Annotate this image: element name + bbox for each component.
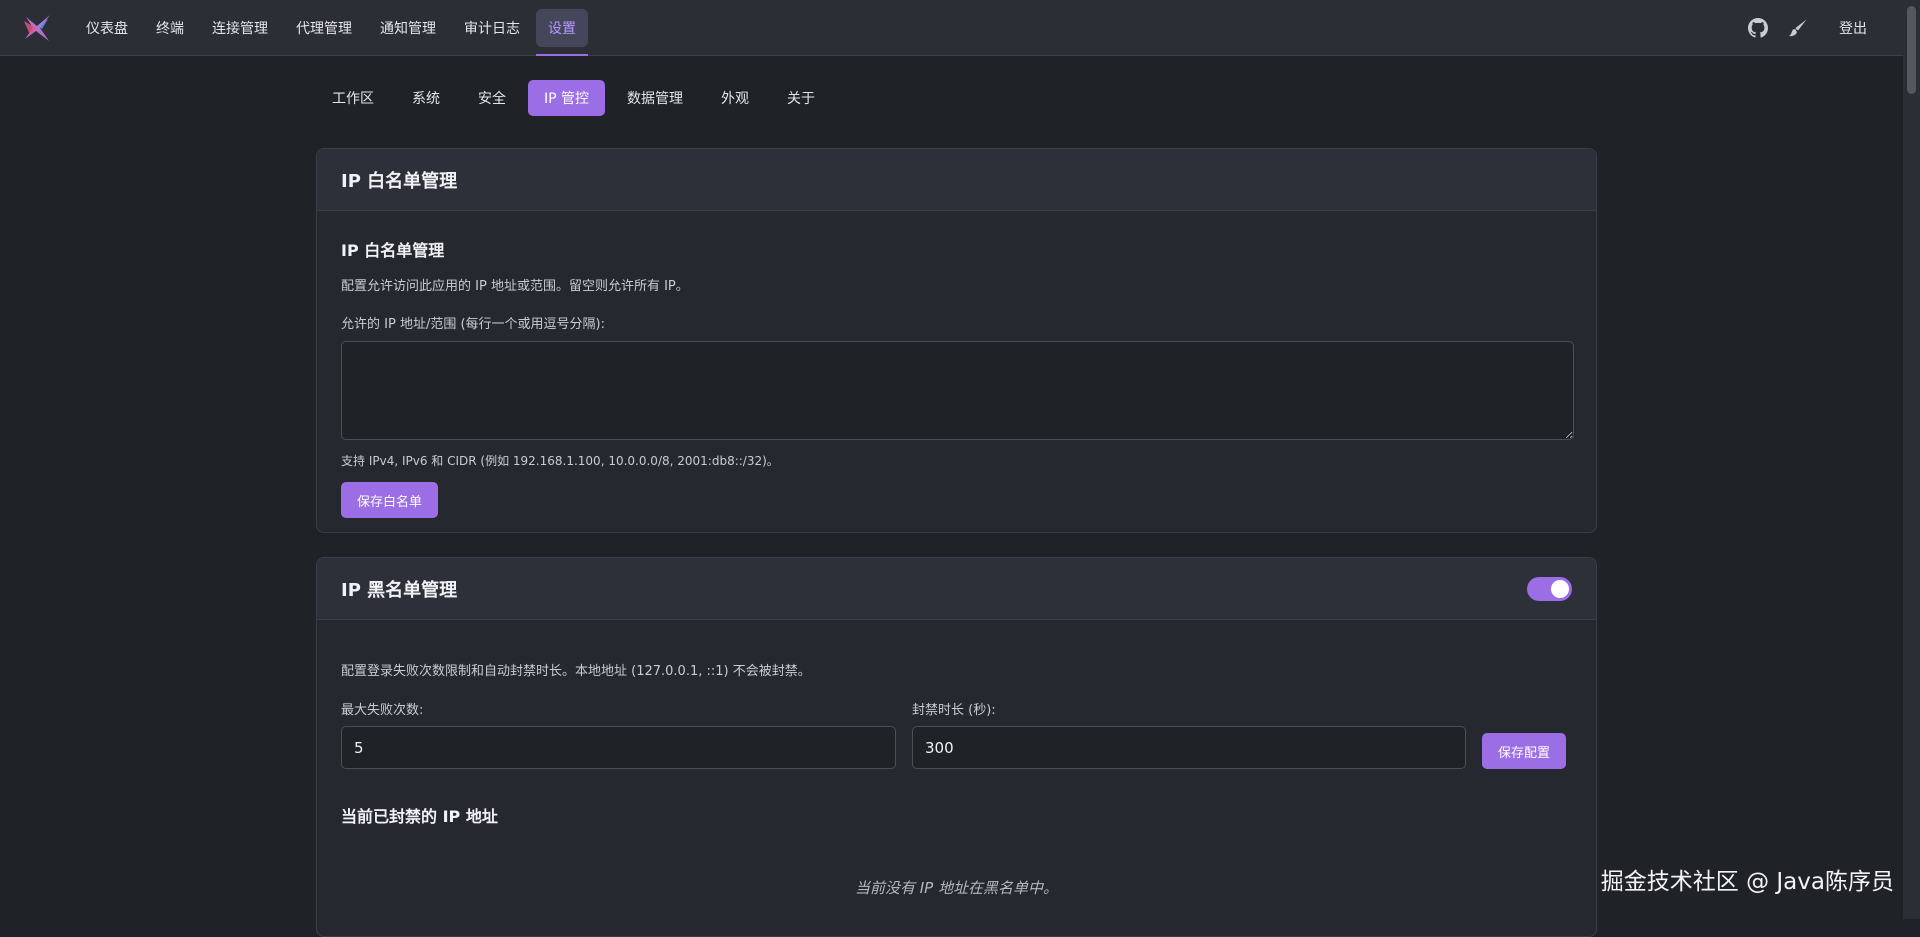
whitelist-card-title: IP 白名单管理 (341, 170, 458, 192)
blacklist-card: IP 黑名单管理 配置登录失败次数限制和自动封禁时长。本地地址 (127.0.0… (316, 557, 1597, 937)
nav-label: 代理管理 (296, 20, 352, 37)
save-whitelist-button[interactable]: 保存白名单 (341, 482, 439, 518)
tab-security[interactable]: 安全 (462, 80, 522, 116)
app-logo-icon[interactable] (18, 9, 56, 47)
nav-label: 终端 (156, 20, 184, 37)
blacklist-config-row: 最大失败次数: 5 封禁时长 (秒): 300 保存配置 (341, 699, 1572, 769)
nav-label: 审计日志 (464, 20, 520, 37)
tab-about[interactable]: 关于 (771, 80, 831, 116)
nav-item-audit-log[interactable]: 审计日志 (450, 0, 534, 56)
tab-workspace[interactable]: 工作区 (316, 80, 390, 116)
nav-item-proxies[interactable]: 代理管理 (282, 0, 366, 56)
blacklist-enable-toggle[interactable] (1527, 576, 1572, 601)
max-fail-input[interactable]: 5 (341, 726, 896, 769)
toggle-knob (1551, 579, 1569, 598)
whitelist-description: 配置允许访问此应用的 IP 地址或范围。留空则允许所有 IP。 (341, 279, 689, 294)
nav-item-settings[interactable]: 设置 (534, 0, 590, 56)
main-nav: 仪表盘 终端 连接管理 代理管理 通知管理 审计日志 设置 (72, 0, 602, 56)
whitelist-card: IP 白名单管理 IP 白名单管理 配置允许访问此应用的 IP 地址或范围。留空… (316, 148, 1597, 533)
blacklist-description: 配置登录失败次数限制和自动封禁时长。本地地址 (127.0.0.1, ::1) … (341, 664, 811, 679)
nav-label: 连接管理 (212, 20, 268, 37)
tab-data-management[interactable]: 数据管理 (611, 80, 699, 116)
whitelist-section-title: IP 白名单管理 (341, 241, 445, 260)
max-fail-label: 最大失败次数: (341, 703, 424, 718)
scrollbar-thumb[interactable] (1907, 6, 1916, 94)
top-navbar: 仪表盘 终端 连接管理 代理管理 通知管理 审计日志 设置 登出 (0, 0, 1903, 56)
nav-label: 通知管理 (380, 20, 436, 37)
blacklist-card-title: IP 黑名单管理 (341, 579, 458, 601)
watermark: 掘金技术社区 @ Java陈序员 (1600, 869, 1894, 895)
brush-icon[interactable] (1787, 17, 1809, 39)
page-scrollbar[interactable] (1903, 0, 1920, 919)
ban-duration-input[interactable]: 300 (912, 726, 1466, 769)
tab-ip-control[interactable]: IP 管控 (528, 80, 606, 116)
max-fail-group: 最大失败次数: 5 (341, 699, 896, 769)
banned-ips-title: 当前已封禁的 IP 地址 (341, 807, 498, 826)
ban-duration-group: 封禁时长 (秒): 300 (912, 699, 1466, 769)
nav-item-dashboard[interactable]: 仪表盘 (72, 0, 142, 56)
github-icon[interactable] (1747, 17, 1769, 39)
logout-link[interactable]: 登出 (1839, 18, 1867, 38)
nav-item-notifications[interactable]: 通知管理 (366, 0, 450, 56)
top-right-actions: 登出 (1729, 17, 1903, 39)
ban-duration-label: 封禁时长 (秒): (912, 703, 996, 718)
nav-item-terminal[interactable]: 终端 (142, 0, 198, 56)
blacklist-card-header: IP 黑名单管理 (317, 558, 1596, 620)
settings-tabs: 工作区 系统 安全 IP 管控 数据管理 外观 关于 (316, 80, 831, 116)
whitelist-hint: 支持 IPv4, IPv6 和 CIDR (例如 192.168.1.100, … (341, 454, 779, 468)
whitelist-field-label: 允许的 IP 地址/范围 (每行一个或用逗号分隔): (341, 317, 605, 332)
tab-appearance[interactable]: 外观 (705, 80, 765, 116)
nav-label: 设置 (536, 8, 588, 47)
whitelist-card-header: IP 白名单管理 (317, 149, 1596, 211)
nav-label: 仪表盘 (86, 20, 128, 37)
whitelist-textarea[interactable] (341, 341, 1574, 440)
tab-system[interactable]: 系统 (396, 80, 456, 116)
nav-item-connections[interactable]: 连接管理 (198, 0, 282, 56)
banned-ips-empty-message: 当前没有 IP 地址在黑名单中。 (854, 879, 1058, 897)
save-config-button[interactable]: 保存配置 (1482, 733, 1567, 769)
